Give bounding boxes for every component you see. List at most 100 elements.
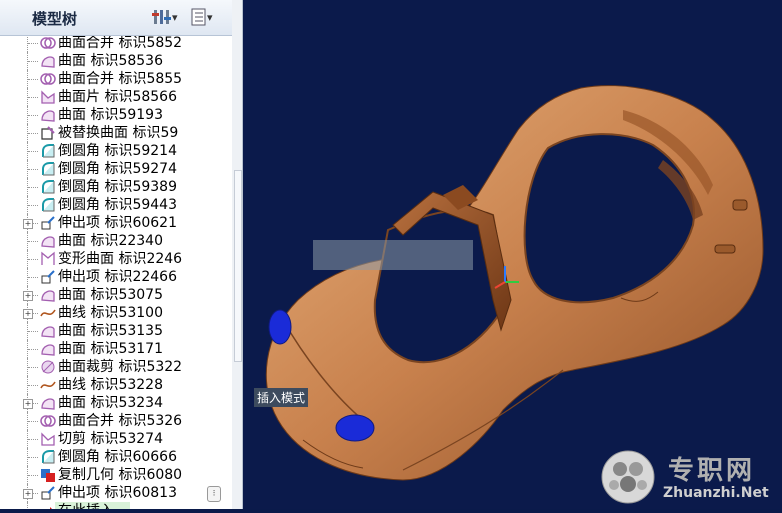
panel-splitter[interactable] [232,0,243,509]
model-tree-panel: 模型树 ▾ ▾ 曲面合并 标识5852 曲面 标识58536 曲面合并 标识5855… [0,0,233,509]
tree-item[interactable]: 曲面 标识53171 [0,340,232,358]
tree-item-label: 曲线 标识53228 [58,377,163,393]
panel-title: 模型树 [32,10,78,28]
watermark-en-text: Zhuanzhi.Net [663,485,769,501]
left-headlight [268,309,292,345]
tree-item[interactable]: 倒圆角 标识59389 [0,178,232,196]
expand-toggle-icon[interactable]: + [23,291,33,301]
surface-icon [41,56,55,68]
tree-guide-line [28,169,38,171]
cut-icon [41,432,55,446]
round-icon [42,162,55,176]
tree-guide-line [28,457,38,459]
tree-item[interactable]: 曲面合并 标识5326 [0,412,232,430]
tree-item[interactable]: 倒圆角 标识59443 [0,196,232,214]
curve-icon [40,309,56,317]
tree-guide-line [28,367,38,369]
tree-guide-line [28,43,38,45]
tree-item[interactable]: 曲面 标识22340 [0,232,232,250]
tree-item-label: 伸出项 标识60813 [58,485,177,501]
tree-guide-line [28,475,38,477]
tree-item[interactable]: + 曲面 标识53075 [0,286,232,304]
scroll-toggle-button[interactable]: ⁝ [207,486,221,502]
copy-geometry-icon [41,469,55,482]
tree-item[interactable]: + 伸出项 标识60813 [0,484,232,502]
tree-item[interactable]: 倒圆角 标识59214 [0,142,232,160]
tree-guide-line [28,385,38,387]
extrude-icon [41,216,55,230]
tree-item-label: 在此插入 [58,502,114,509]
tree-item[interactable]: 曲面裁剪 标识5322 [0,358,232,376]
surface-icon [41,326,55,338]
tree-item-label: 曲面合并 标识5326 [58,413,183,429]
tree-guide-line [28,79,38,81]
merge-icon [40,415,56,427]
tree-item-label: 曲线 标识53100 [58,305,163,321]
tree-item-label: 曲面 标识58536 [58,53,163,69]
surface-icon [41,290,55,302]
tree-item[interactable]: 倒圆角 标识59274 [0,160,232,178]
graphics-viewport[interactable] [243,0,782,509]
tree-item[interactable]: 曲面片 标识58566 [0,88,232,106]
tools-icon [152,10,171,24]
tree-item[interactable]: 复制几何 标识6080 [0,466,232,484]
tree-item[interactable]: 曲面 标识53135 [0,322,232,340]
tree-item-label: 曲面 标识53075 [58,287,163,303]
insert-here-arrow-icon [50,507,52,509]
tree-item-label: 倒圆角 标识59214 [58,143,177,159]
expand-toggle-icon[interactable]: + [23,219,33,229]
tree-guide-line [28,349,38,351]
tree-item-label: 倒圆角 标识59274 [58,161,177,177]
extrude-icon [41,486,55,500]
tree-item[interactable]: + 曲线 标识53100 [0,304,232,322]
tree-guide-line [28,241,38,243]
extrude-icon [41,270,55,284]
tree-item[interactable]: 曲面合并 标识5852 [0,36,232,52]
tree-guide-line [28,133,38,135]
tree-item-label: 切剪 标识53274 [58,431,163,447]
insert-here-marker[interactable]: 在此插入 [0,502,232,509]
tree-guide-line [28,259,38,261]
insert-mode-label: 插入模式 [254,388,309,407]
surface-icon [41,110,55,122]
tree-item-label: 曲面 标识59193 [58,107,163,123]
tree-item-label: 曲面 标识53135 [58,323,163,339]
surface-icon [41,344,55,356]
tree-item-label: 曲面合并 标识5855 [58,71,183,87]
tree-guide-line [28,151,38,153]
show-dropdown-button[interactable]: ▾ [191,8,213,26]
tree-item-label: 倒圆角 标识59389 [58,179,177,195]
tree-item-label: 曲面片 标识58566 [58,89,177,105]
settings-dropdown-button[interactable]: ▾ [152,8,178,26]
splitter-grip[interactable] [234,170,242,362]
tree-guide-line [27,502,29,509]
tree-item[interactable]: + 曲面 标识53234 [0,394,232,412]
replaced-surface-icon [41,126,55,140]
watermark-cn-text: 专职网 [668,456,756,486]
expand-toggle-icon[interactable]: + [23,399,33,409]
tree-item[interactable]: 曲线 标识53228 [0,376,232,394]
tree-guide-line [28,421,38,423]
tree-guide-line [28,187,38,189]
expand-toggle-icon[interactable]: + [23,489,33,499]
merge-icon [40,73,56,85]
tree-item[interactable]: 伸出项 标识22466 [0,268,232,286]
tree-guide-line [28,205,38,207]
tree-item[interactable]: + 伸出项 标识60621 [0,214,232,232]
list-icon [191,8,206,26]
tree-guide-line [28,439,38,441]
tree-item[interactable]: 变形曲面 标识2246 [0,250,232,268]
tree-guide-line [28,331,38,333]
tree-guide-line [28,277,38,279]
expand-toggle-icon[interactable]: + [23,309,33,319]
model-tree-header: 模型树 ▾ ▾ [0,0,232,36]
round-icon [42,144,55,158]
right-headlight [335,414,375,442]
tree-item[interactable]: 被替换曲面 标识59 [0,124,232,142]
tree-item[interactable]: 切剪 标识53274 [0,430,232,448]
tree-item[interactable]: 曲面 标识59193 [0,106,232,124]
tree-item[interactable]: 曲面 标识58536 [0,52,232,70]
tree-guide-line [28,61,38,63]
tree-item[interactable]: 倒圆角 标识60666 [0,448,232,466]
tree-item[interactable]: 曲面合并 标识5855 [0,70,232,88]
